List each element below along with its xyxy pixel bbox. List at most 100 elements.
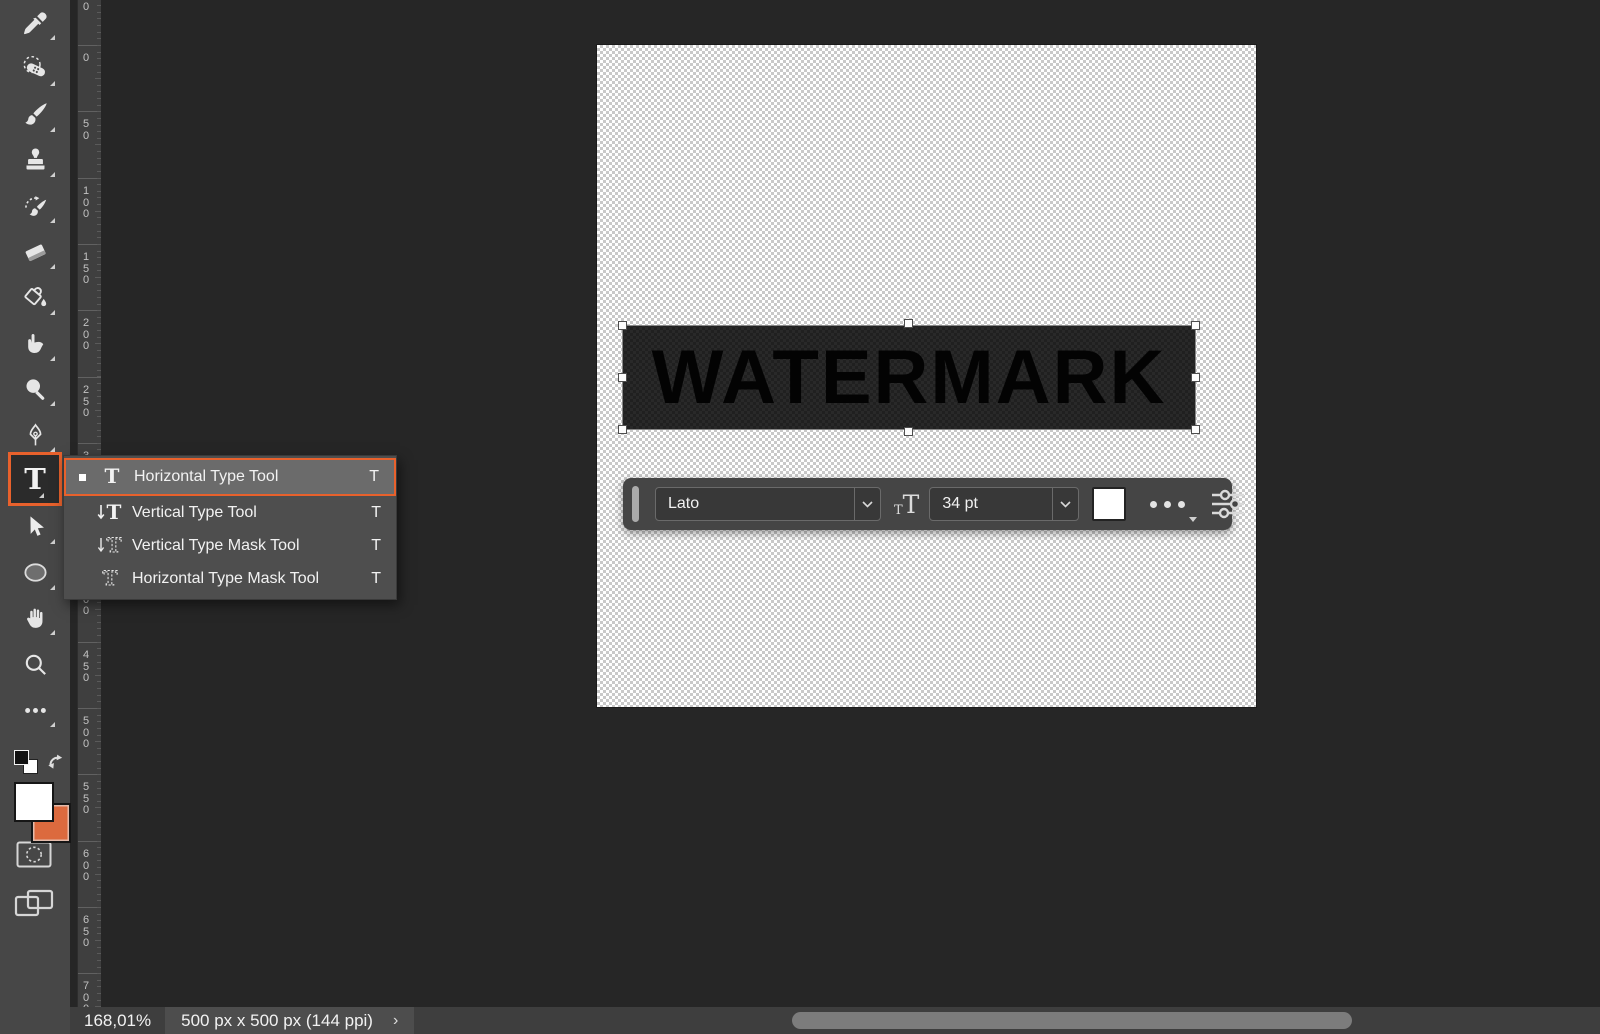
flyout-indicator-icon [50,539,55,544]
ruler-label: 2 0 0 [83,318,89,353]
ruler-minor-tick [97,774,101,775]
transform-handle-bottom-right[interactable] [1191,425,1200,434]
svg-text:T: T [107,501,122,524]
hand-tool[interactable] [0,596,70,640]
ruler-label: 2 5 0 [83,385,89,420]
horizontal-scrollbar-thumb[interactable] [792,1012,1352,1029]
ruler-minor-tick [97,65,101,66]
ruler-minor-tick [97,681,101,682]
chevron-right-icon[interactable]: › [393,1012,398,1030]
quick-mask-mode-icon[interactable] [16,841,52,873]
caret-down-icon [1189,517,1197,522]
ruler-minor-tick [97,741,101,742]
hand-icon [22,605,49,632]
ruler-minor-tick [97,754,101,755]
ruler-minor-tick [97,297,101,298]
ruler-minor-tick [97,1000,101,1001]
ruler-minor-tick [97,635,101,636]
transform-handle-bottom-middle[interactable] [904,427,913,436]
ruler-minor-tick [97,701,101,702]
dodge-tool[interactable] [0,367,70,411]
more-options-button[interactable] [1150,501,1185,508]
ruler-minor-tick [97,708,101,709]
chevron-down-icon[interactable] [1052,488,1078,520]
ruler-minor-tick [97,85,101,86]
flyout-indicator-icon [50,310,55,315]
menu-item-horizontal-type-mask-tool[interactable]: THorizontal Type Mask ToolT [64,562,396,595]
zoom-level[interactable]: 168,01% [70,1011,165,1031]
paint-bucket-tool[interactable] [0,276,70,320]
vertical-type-icon: T [94,501,126,525]
swap-colors-icon[interactable] [44,749,68,773]
ruler-minor-tick [97,237,101,238]
font-size-select[interactable]: 34 pt [929,487,1079,521]
ruler-minor-tick [97,628,101,629]
transform-handle-middle-right[interactable] [1191,373,1200,382]
ruler-minor-tick [97,144,101,145]
transform-handle-top-right[interactable] [1191,321,1200,330]
more-tools[interactable] [0,688,70,732]
zoom-icon [22,651,49,678]
ruler-label: 5 0 [83,119,89,142]
ruler-minor-tick [97,337,101,338]
foreground-color-swatch[interactable] [14,782,54,822]
text-color-swatch[interactable] [1092,487,1126,521]
canvas[interactable]: WATERMARK [597,45,1256,707]
menu-item-shortcut: T [371,570,381,588]
paint-bucket-icon [22,284,49,311]
toolbar: T [0,0,70,1034]
default-colors-icon[interactable] [14,750,40,776]
menu-item-horizontal-type-tool[interactable]: THorizontal Type ToolT [64,458,396,496]
flyout-indicator-icon [50,722,55,727]
ruler-minor-tick [97,801,101,802]
brush-tool[interactable] [0,93,70,137]
transform-handle-top-middle[interactable] [904,319,913,328]
ruler-minor-tick [97,164,101,165]
ruler-minor-tick [97,264,101,265]
spot-healing-icon [22,55,49,82]
ruler-minor-tick [97,111,101,112]
ruler-major-tick [78,377,101,378]
transform-handle-bottom-left[interactable] [618,425,627,434]
clone-stamp-icon [22,147,49,174]
history-brush-tool[interactable] [0,184,70,228]
transform-handle-top-left[interactable] [618,321,627,330]
ruler-minor-tick [97,967,101,968]
ruler-minor-tick [97,993,101,994]
document-info-segment[interactable]: 500 px x 500 px (144 ppi) › [165,1007,414,1034]
eraser-tool[interactable] [0,230,70,274]
path-selection-tool[interactable] [0,505,70,549]
menu-item-vertical-type-mask-tool[interactable]: TVertical Type Mask ToolT [64,529,396,562]
type-tool[interactable]: T [8,452,62,506]
chevron-down-icon[interactable] [854,488,880,520]
pen-tool[interactable] [0,413,70,457]
adjustments-icon[interactable] [1209,488,1247,520]
font-family-select[interactable]: Lato [655,487,881,521]
ruler-minor-tick [97,980,101,981]
smudge-tool[interactable] [0,322,70,366]
ruler-minor-tick [97,18,101,19]
spot-healing-tool[interactable] [0,47,70,91]
text-layer-bounding-box[interactable]: WATERMARK [622,325,1196,430]
type-tool-icon: T [24,465,46,494]
menu-item-label: Horizontal Type Tool [134,468,369,486]
screen-mode-icon[interactable] [14,887,54,924]
drag-handle[interactable] [632,486,639,522]
flyout-indicator-icon [50,127,55,132]
eyedropper-tool[interactable] [0,1,70,45]
zoom-tool[interactable] [0,642,70,686]
ruler-label: 1 5 0 [83,252,89,287]
menu-item-vertical-type-tool[interactable]: TVertical Type ToolT [64,496,396,529]
ellipse-icon [22,559,49,586]
ruler-minor-tick [97,602,101,603]
ruler-minor-tick [97,197,101,198]
ruler-minor-tick [97,834,101,835]
ruler-minor-tick [97,310,101,311]
ellipse-tool[interactable] [0,551,70,595]
clone-stamp-tool[interactable] [0,138,70,182]
transform-handle-middle-left[interactable] [618,373,627,382]
ruler-minor-tick [97,973,101,974]
ruler-minor-tick [97,184,101,185]
smudge-icon [22,330,49,357]
font-family-value: Lato [656,495,854,513]
